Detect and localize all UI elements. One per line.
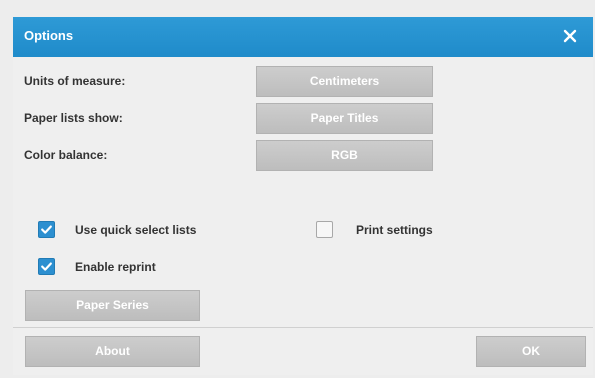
- quick-select-label: Use quick select lists: [75, 223, 197, 237]
- print-settings-checkbox[interactable]: [316, 221, 333, 238]
- ok-button[interactable]: OK: [476, 336, 586, 367]
- enable-reprint-checkbox[interactable]: [38, 258, 55, 275]
- print-settings-label: Print settings: [356, 223, 433, 237]
- units-of-measure-label: Units of measure:: [24, 74, 126, 88]
- about-button[interactable]: About: [25, 336, 200, 367]
- checkmark-icon: [41, 262, 52, 271]
- paper-lists-show-label: Paper lists show:: [24, 111, 123, 125]
- color-balance-label: Color balance:: [24, 148, 108, 162]
- units-of-measure-button[interactable]: Centimeters: [256, 66, 433, 97]
- close-icon[interactable]: [557, 23, 583, 49]
- paper-series-button[interactable]: Paper Series: [25, 290, 200, 321]
- dialog-titlebar: Options: [13, 17, 593, 57]
- dialog-title: Options: [24, 28, 74, 43]
- divider: [13, 327, 593, 328]
- quick-select-checkbox[interactable]: [38, 221, 55, 238]
- checkmark-icon: [41, 225, 52, 234]
- enable-reprint-label: Enable reprint: [75, 260, 156, 274]
- paper-lists-show-button[interactable]: Paper Titles: [256, 103, 433, 134]
- color-balance-button[interactable]: RGB: [256, 140, 433, 171]
- options-dialog: Options Units of measure: Centimeters Pa…: [13, 17, 593, 375]
